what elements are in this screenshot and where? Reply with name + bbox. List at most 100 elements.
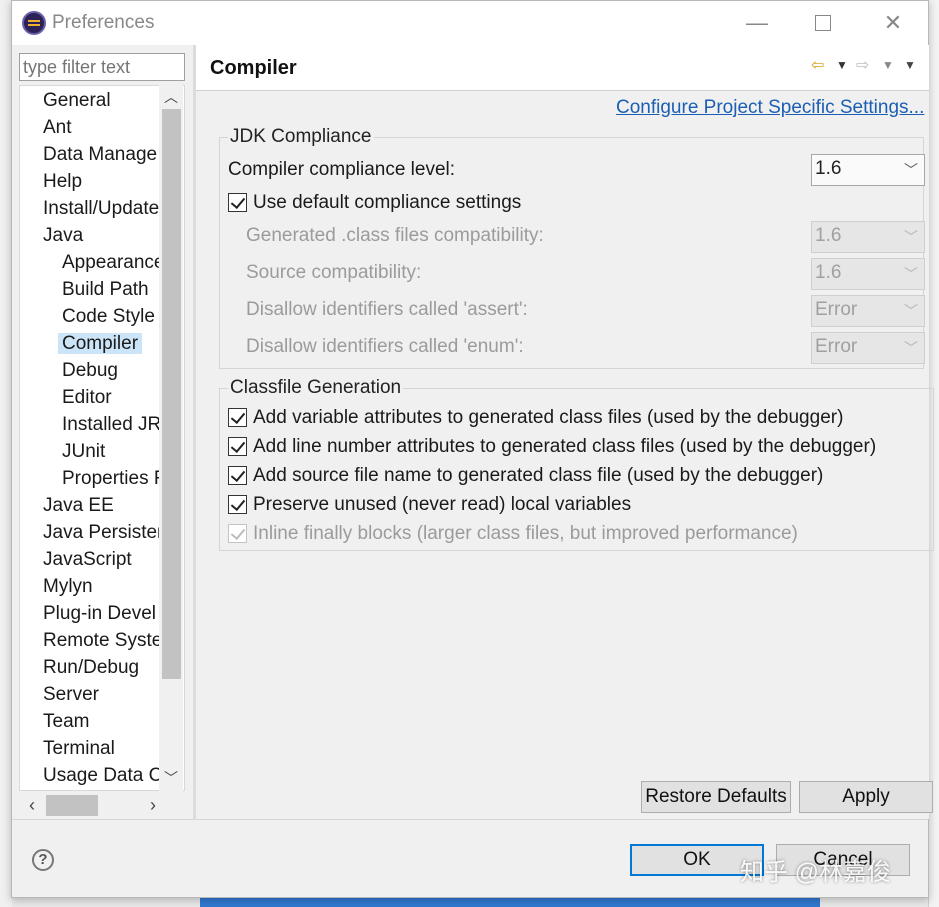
tree-item[interactable]: Compiler — [20, 330, 143, 357]
group-title: JDK Compliance — [228, 126, 374, 148]
disallow-assert-value: Error — [815, 299, 858, 320]
preferences-dialog: Preferences — ✕ General Ant Data Manage Hel… — [11, 0, 934, 898]
classfile-option-label[interactable]: Add line number attributes to generated … — [253, 436, 876, 458]
use-default-compliance-label[interactable]: Use default compliance settings — [253, 192, 521, 214]
tree-item[interactable]: Usage Data C — [20, 762, 162, 789]
classfile-option-label[interactable]: Preserve unused (never read) local varia… — [253, 494, 631, 516]
tree-item-label: Installed JR — [62, 414, 162, 435]
compliance-level-select[interactable]: 1.6 ﹀ — [811, 154, 925, 186]
tree-item[interactable]: Terminal — [20, 735, 115, 762]
minimize-button[interactable]: — — [742, 9, 772, 37]
watermark: 知乎 @林嘉俊 — [740, 859, 892, 886]
page-title: Compiler — [210, 57, 297, 79]
tree-item[interactable]: Java Persisten — [20, 519, 168, 546]
tree-item-label: Ant — [43, 117, 72, 138]
tree-item[interactable]: Install/Update — [20, 195, 159, 222]
classfile-option-label[interactable]: Add source file name to generated class … — [253, 465, 823, 487]
scroll-up-icon[interactable]: ︿ — [163, 89, 179, 105]
eclipse-logo-icon — [22, 11, 46, 35]
title-bar[interactable]: Preferences — ✕ — [12, 1, 928, 45]
disallow-assert-select: Error ﹀ — [811, 295, 925, 327]
tree-item[interactable]: Data Manage — [20, 141, 157, 168]
tree-item[interactable]: General — [20, 87, 111, 114]
tree-item[interactable]: Editor — [20, 384, 112, 411]
tree-vertical-scrollbar[interactable]: ︿ ﹀ — [159, 85, 183, 791]
generated-class-compat-select: 1.6 ﹀ — [811, 221, 925, 253]
tree-item-label: JUnit — [62, 441, 106, 462]
tree-item[interactable]: Appearance — [20, 249, 164, 276]
tree-item[interactable]: Team — [20, 708, 89, 735]
close-button[interactable]: ✕ — [878, 9, 908, 37]
scroll-right-icon[interactable]: › — [144, 795, 162, 815]
classfile-option-checkbox[interactable] — [228, 495, 247, 514]
classfile-option-label[interactable]: Add variable attributes to generated cla… — [253, 407, 843, 429]
tree-item-label: Usage Data C — [43, 765, 163, 786]
tree-item[interactable]: Java EE — [20, 492, 114, 519]
tree-item[interactable]: Help — [20, 168, 82, 195]
tree-item-label: Install/Update — [43, 198, 160, 219]
tree-item[interactable]: Installed JR — [20, 411, 161, 438]
chevron-down-icon: ﹀ — [904, 229, 918, 245]
back-dropdown-icon[interactable]: ▼ — [836, 58, 848, 72]
restore-defaults-button[interactable]: Restore Defaults — [641, 781, 791, 813]
compliance-level-label: Compiler compliance level: — [228, 159, 456, 180]
tree-item-label: Java EE — [43, 495, 114, 516]
forward-arrow-icon[interactable]: ⇨ — [856, 55, 869, 75]
tree-item-label: Properties F — [62, 468, 166, 489]
tree-item-label: Appearance — [62, 252, 165, 273]
source-compat-value: 1.6 — [815, 262, 842, 283]
tree-item[interactable]: Mylyn — [20, 573, 93, 600]
scrollbar-thumb[interactable] — [46, 795, 98, 816]
apply-button[interactable]: Apply — [799, 781, 933, 813]
tree-item-label: Data Manage — [43, 144, 158, 165]
classfile-option-checkbox[interactable] — [228, 408, 247, 427]
help-icon[interactable]: ? — [32, 849, 54, 871]
tree-item[interactable]: Ant — [20, 114, 72, 141]
use-default-compliance-checkbox[interactable] — [228, 193, 247, 212]
disallow-enum-label: Disallow identifiers called 'enum': — [246, 336, 524, 357]
tree-item[interactable]: Properties F — [20, 465, 165, 492]
compliance-level-value: 1.6 — [815, 158, 842, 179]
tree-item-label: Server — [43, 684, 99, 705]
maximize-button[interactable] — [808, 9, 838, 37]
tree-item-label: Debug — [62, 360, 118, 381]
tree-item-label: Build Path — [62, 279, 149, 300]
scroll-left-icon[interactable]: ‹ — [23, 795, 41, 815]
chevron-down-icon: ﹀ — [904, 303, 918, 319]
tree-item[interactable]: Code Style — [20, 303, 155, 330]
tree-item[interactable]: JUnit — [20, 438, 105, 465]
tree-item-label: Mylyn — [43, 576, 93, 597]
tree-item[interactable]: Build Path — [20, 276, 149, 303]
tree-item-label: Compiler — [58, 333, 143, 354]
tree-item-label: JavaScript — [43, 549, 132, 570]
forward-dropdown-icon[interactable]: ▼ — [882, 58, 894, 72]
tree-horizontal-scrollbar[interactable]: ‹ › — [19, 792, 185, 818]
view-menu-icon[interactable]: ▼ — [904, 58, 916, 72]
tree-item[interactable]: Plug-in Devel — [20, 600, 156, 627]
configure-project-settings-link[interactable]: Configure Project Specific Settings... — [616, 97, 924, 119]
classfile-option-label: Inline finally blocks (larger class file… — [253, 523, 798, 544]
tree-item[interactable]: Server — [20, 681, 99, 708]
tree-item[interactable]: Run/Debug — [20, 654, 139, 681]
disallow-assert-label: Disallow identifiers called 'assert': — [246, 299, 528, 320]
tree-item[interactable]: Remote Syste — [20, 627, 162, 654]
tree-item[interactable]: Debug — [20, 357, 118, 384]
tree-item-label: Terminal — [43, 738, 115, 759]
tree-item-label: General — [43, 90, 111, 111]
classfile-option-checkbox[interactable] — [228, 437, 247, 456]
chevron-down-icon: ﹀ — [904, 162, 918, 178]
tree-item[interactable]: Java — [20, 222, 83, 249]
tree-item-label: Java — [43, 225, 84, 246]
classfile-option-checkbox[interactable] — [228, 466, 247, 485]
maximize-icon — [815, 15, 831, 31]
source-compat-select: 1.6 ﹀ — [811, 258, 925, 290]
tree-item-label: Team — [43, 711, 90, 732]
classfile-option-checkbox — [228, 524, 247, 543]
scrollbar-thumb[interactable] — [162, 109, 181, 679]
tree-item[interactable]: JavaScript — [20, 546, 132, 573]
filter-input[interactable] — [19, 53, 185, 81]
back-arrow-icon[interactable]: ⇦ — [811, 55, 824, 75]
scroll-down-icon[interactable]: ﹀ — [163, 770, 179, 786]
tree-item-label: Code Style — [62, 306, 155, 327]
tree-item-label: Help — [43, 171, 83, 192]
